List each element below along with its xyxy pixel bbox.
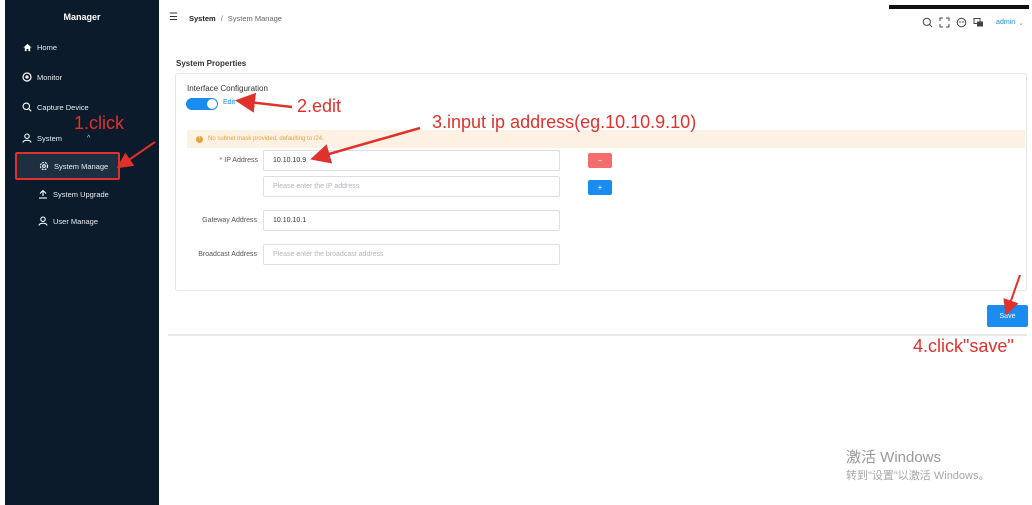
content-divider	[168, 334, 1027, 336]
language-icon[interactable]	[973, 17, 984, 28]
top-bar-strip	[889, 5, 1029, 9]
edit-toggle-label: Edit	[223, 99, 236, 106]
theme-icon[interactable]	[956, 17, 967, 28]
user-menu[interactable]: admin ⌄	[996, 19, 1024, 27]
gear-icon	[39, 161, 49, 171]
app-root: Manager Home Monitor Capture Device Syst…	[0, 0, 1032, 505]
search-icon[interactable]	[922, 17, 933, 28]
upload-icon	[38, 189, 48, 199]
sidebar-item-label: Home	[37, 42, 58, 52]
save-button[interactable]: Save	[987, 305, 1028, 327]
warning-text: No subnet mask provided, defaulting to /…	[208, 136, 324, 142]
activation-watermark-subtitle: 转到"设置"以激活 Windows。	[846, 470, 990, 482]
ip-address-input[interactable]: 10.10.10.9	[263, 150, 560, 171]
search-icon	[22, 102, 32, 112]
user-name: admin	[996, 18, 1016, 26]
sidebar-item-monitor[interactable]: Monitor	[5, 67, 159, 87]
chevron-up-icon: ^	[87, 134, 91, 142]
menu-toggle-icon[interactable]: ☰	[169, 12, 178, 23]
broadcast-address-input[interactable]: Please enter the broadcast address	[263, 244, 560, 265]
annotation-step-1: 1.click	[74, 113, 125, 133]
fullscreen-icon[interactable]	[939, 17, 950, 28]
sidebar-item-system-manage[interactable]: System Manage	[15, 152, 120, 180]
breadcrumb-item: System Manage	[227, 14, 282, 23]
top-header: ☰ System / System Manage admin ⌄	[159, 0, 1032, 36]
sidebar-item-label: System Manage	[54, 161, 109, 171]
annotation-step-4: 4.click"save"	[913, 336, 1014, 356]
warning-icon: !	[196, 135, 203, 143]
gateway-address-label: Gateway Address	[202, 217, 257, 224]
home-icon	[22, 42, 32, 52]
person-icon	[38, 216, 48, 226]
sidebar-item-user-manage[interactable]: User Manage	[5, 211, 159, 231]
gateway-address-input[interactable]: 10.10.10.1	[263, 210, 560, 231]
sidebar-item-home[interactable]: Home	[5, 37, 159, 57]
remove-ip-button[interactable]: −	[588, 153, 612, 168]
broadcast-address-label: Broadcast Address	[198, 251, 257, 258]
ip-address-input-2[interactable]: Please enter the IP address	[263, 176, 560, 197]
edit-toggle[interactable]	[186, 98, 218, 110]
sidebar: Manager Home Monitor Capture Device Syst…	[5, 0, 159, 505]
card-title: Interface Configuration	[187, 84, 268, 93]
sidebar-item-label: User Manage	[53, 216, 99, 226]
sidebar-item-label: System Upgrade	[53, 189, 109, 199]
section-title: System Properties	[176, 59, 247, 68]
activation-watermark-title: 激活 Windows	[846, 449, 942, 466]
sidebar-item-label: Capture Device	[37, 102, 89, 112]
sidebar-item-system-upgrade[interactable]: System Upgrade	[5, 184, 159, 204]
breadcrumb: System / System Manage	[189, 14, 282, 23]
breadcrumb-separator: /	[220, 14, 223, 23]
ip-address-label: * IP Address	[219, 157, 258, 164]
annotation-step-2: 2.edit	[297, 96, 342, 116]
toggle-knob	[207, 99, 217, 109]
sidebar-item-label: System	[37, 133, 63, 143]
add-ip-button[interactable]: +	[588, 180, 612, 195]
sidebar-item-label: Monitor	[37, 72, 63, 82]
header-toolbar: admin ⌄	[922, 17, 1024, 28]
monitor-icon	[22, 72, 32, 82]
chevron-down-icon: ⌄	[1018, 19, 1024, 27]
user-icon	[22, 133, 32, 143]
breadcrumb-item[interactable]: System	[189, 14, 216, 23]
app-title: Manager	[63, 12, 101, 22]
annotation-step-3: 3.input ip address(eg.10.10.9.10)	[432, 112, 697, 132]
